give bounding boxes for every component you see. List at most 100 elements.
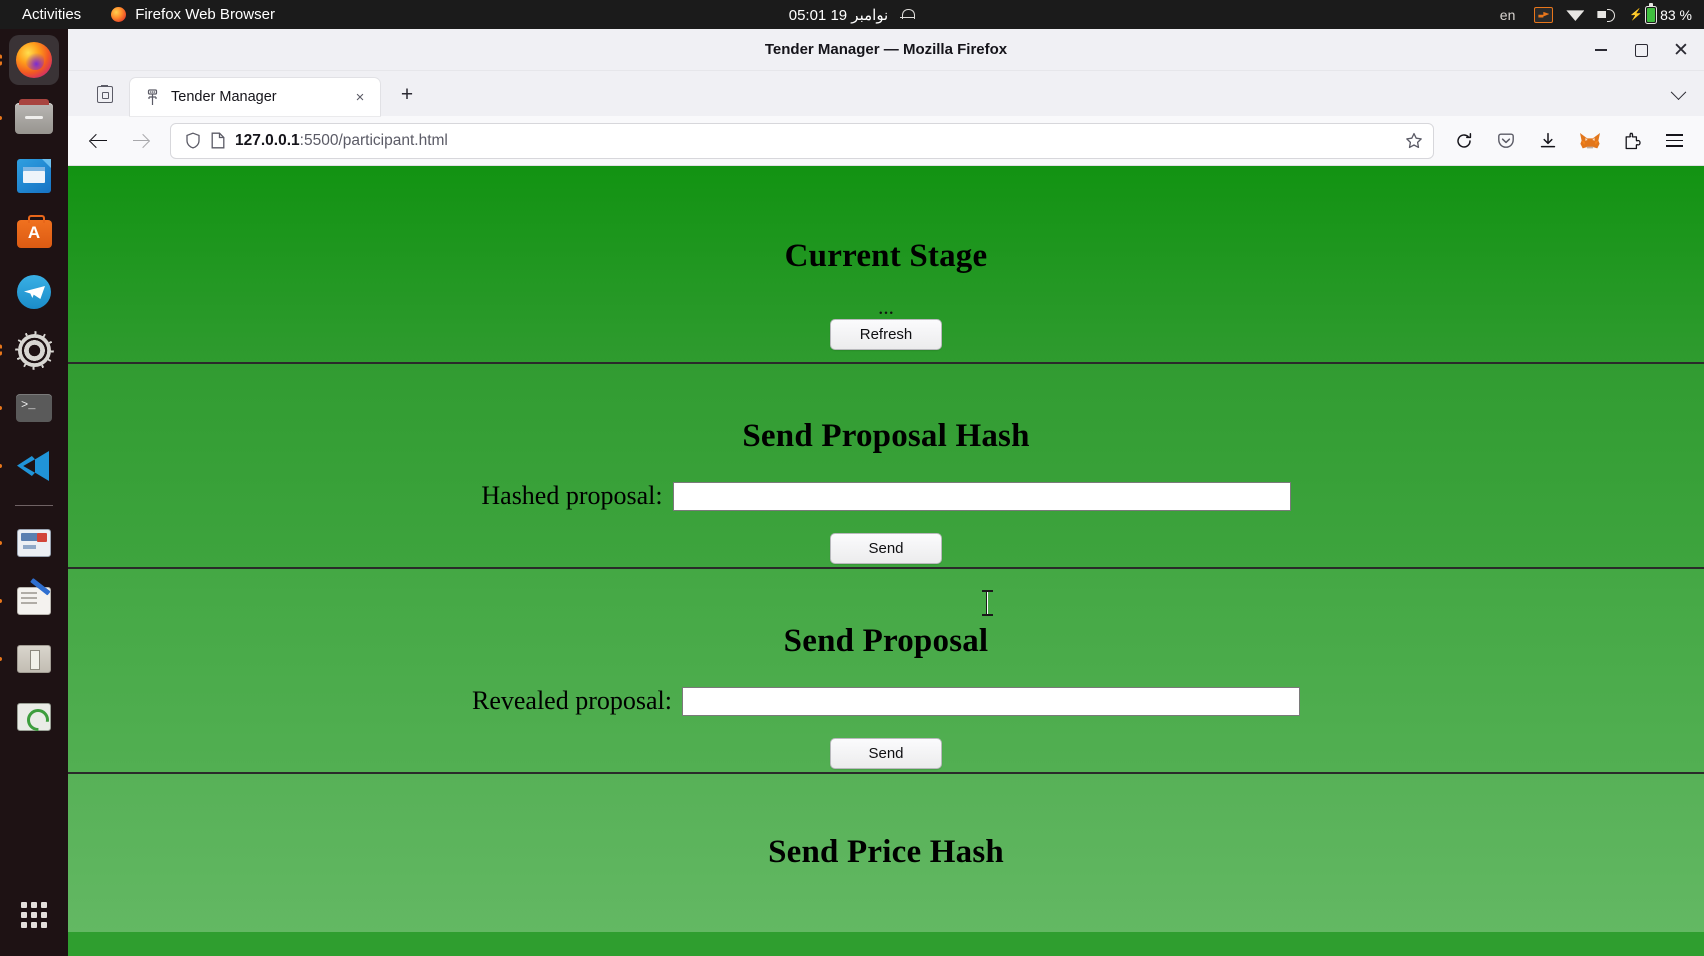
send-proposal-button[interactable]: Send [830, 738, 942, 769]
archive-icon [17, 645, 51, 673]
keyboard-language-indicator[interactable]: en [1500, 7, 1516, 23]
pocket-icon [1497, 132, 1515, 150]
chevron-down-icon[interactable] [1666, 83, 1690, 108]
url-display[interactable]: 127.0.0.1:5500/participant.html [235, 132, 1395, 150]
charging-bolt-icon: ⚡ [1629, 9, 1644, 21]
notifications-bell-icon[interactable] [900, 7, 916, 23]
wifi-icon[interactable] [1566, 10, 1585, 21]
top-bar-left: Activities Firefox Web Browser [0, 6, 289, 23]
extensions-icon [1624, 132, 1641, 150]
section-current-stage: Current Stage ... Refresh [68, 166, 1704, 362]
firefox-icon [111, 7, 127, 22]
hashed-proposal-input[interactable] [672, 481, 1291, 511]
dock-separator [15, 505, 53, 506]
tab-favicon-icon [144, 88, 161, 106]
hashed-proposal-row: Hashed proposal: [68, 481, 1704, 511]
window-controls: ✕ [1588, 29, 1694, 71]
software-store-icon [16, 215, 52, 248]
volume-icon[interactable] [1597, 7, 1616, 22]
firefox-window: Tender Manager — Mozilla Firefox ✕ Tende… [68, 29, 1704, 956]
disk-utility-icon [17, 703, 51, 731]
dock-item-disk-utility[interactable] [9, 692, 59, 742]
files-icon [15, 98, 53, 134]
download-icon [1539, 132, 1557, 150]
text-editor-icon [17, 587, 51, 615]
impress-icon [17, 159, 51, 193]
active-app-menu[interactable]: Firefox Web Browser [97, 6, 289, 23]
activities-button[interactable]: Activities [0, 6, 97, 23]
firefox-icon [16, 42, 52, 78]
metamask-button[interactable] [1572, 123, 1608, 159]
metamask-icon [1579, 131, 1601, 151]
clock[interactable]: 05:01 نوامبر 19 [789, 6, 889, 24]
send-proposal-heading: Send Proposal [783, 623, 989, 659]
tab-list-icon [97, 84, 113, 103]
battery-percent-label: 83 % [1660, 6, 1692, 23]
revealed-proposal-row: Revealed proposal: [68, 686, 1704, 716]
new-tab-button[interactable]: + [390, 78, 424, 112]
reload-button[interactable] [1446, 123, 1482, 159]
shield-icon[interactable] [185, 132, 201, 149]
forward-button[interactable] [122, 123, 158, 159]
dock-item-dictionary[interactable] [9, 518, 59, 568]
dock-item-text-editor[interactable] [9, 576, 59, 626]
url-host: 127.0.0.1 [235, 131, 300, 149]
show-applications-icon[interactable] [21, 902, 47, 928]
send-price-hash-heading: Send Price Hash [768, 834, 1004, 870]
dock-item-libreoffice-impress[interactable] [9, 151, 59, 201]
arrow-left-icon [90, 134, 107, 148]
list-all-tabs-button[interactable] [88, 77, 122, 111]
star-icon[interactable] [1405, 132, 1423, 150]
section-send-proposal-hash: Send Proposal Hash Hashed proposal: Send [68, 362, 1704, 567]
current-stage-heading: Current Stage [784, 238, 988, 274]
tab-title: Tender Manager [171, 89, 277, 105]
back-button[interactable] [80, 123, 116, 159]
refresh-button[interactable]: Refresh [830, 319, 942, 350]
dictionary-icon [17, 529, 51, 557]
revealed-proposal-input[interactable] [682, 686, 1300, 716]
active-app-label: Firefox Web Browser [135, 6, 275, 23]
menu-icon [1665, 134, 1683, 147]
page-content: Current Stage ... Refresh Send Proposal … [68, 166, 1704, 956]
save-to-pocket-button[interactable] [1488, 123, 1524, 159]
close-button[interactable]: ✕ [1668, 37, 1694, 63]
vscode-icon [17, 451, 51, 481]
telegram-icon [17, 275, 51, 309]
section-send-price-hash: Send Price Hash [68, 772, 1704, 932]
url-path: :5500/participant.html [299, 131, 448, 149]
downloads-button[interactable] [1530, 123, 1566, 159]
address-bar[interactable]: 127.0.0.1:5500/participant.html [170, 122, 1434, 159]
tab-strip: Tender Manager × + [68, 71, 1704, 116]
battery-indicator[interactable]: ⚡ 83 % [1629, 3, 1692, 24]
close-icon[interactable]: × [350, 87, 370, 107]
dock-item-terminal[interactable] [9, 383, 59, 433]
dock-item-settings[interactable] [9, 325, 59, 375]
navigation-toolbar: 127.0.0.1:5500/participant.html [68, 116, 1704, 166]
dock-item-firefox[interactable] [9, 35, 59, 85]
reload-icon [1455, 132, 1473, 150]
send-proposal-hash-button[interactable]: Send [830, 533, 942, 564]
revealed-proposal-label: Revealed proposal: [472, 686, 672, 715]
dock-item-archive-manager[interactable] [9, 634, 59, 684]
browser-tab[interactable]: Tender Manager × [130, 78, 380, 116]
battery-icon [1645, 3, 1658, 24]
dock-item-ubuntu-software[interactable] [9, 209, 59, 259]
gnome-top-bar: Activities Firefox Web Browser 05:01 نوا… [0, 0, 1704, 29]
current-stage-value: ... [878, 295, 894, 319]
minimize-button[interactable] [1588, 37, 1614, 63]
dock-item-files[interactable] [9, 93, 59, 143]
page-info-icon[interactable] [211, 132, 225, 149]
app-menu-button[interactable] [1656, 123, 1692, 159]
extensions-button[interactable] [1614, 123, 1650, 159]
dock-item-vscode[interactable] [9, 441, 59, 491]
terminal-icon [16, 394, 52, 422]
window-title: Tender Manager — Mozilla Firefox [764, 41, 1008, 58]
window-titlebar: Tender Manager — Mozilla Firefox ✕ [68, 29, 1704, 71]
gear-icon [17, 333, 51, 367]
section-send-proposal: Send Proposal Revealed proposal: Send [68, 567, 1704, 772]
screen-share-icon[interactable] [1534, 6, 1554, 23]
maximize-button[interactable] [1628, 37, 1654, 63]
send-proposal-hash-heading: Send Proposal Hash [742, 418, 1030, 454]
dock-item-telegram[interactable] [9, 267, 59, 317]
system-status-area[interactable]: en ⚡ 83 % [1500, 0, 1692, 29]
